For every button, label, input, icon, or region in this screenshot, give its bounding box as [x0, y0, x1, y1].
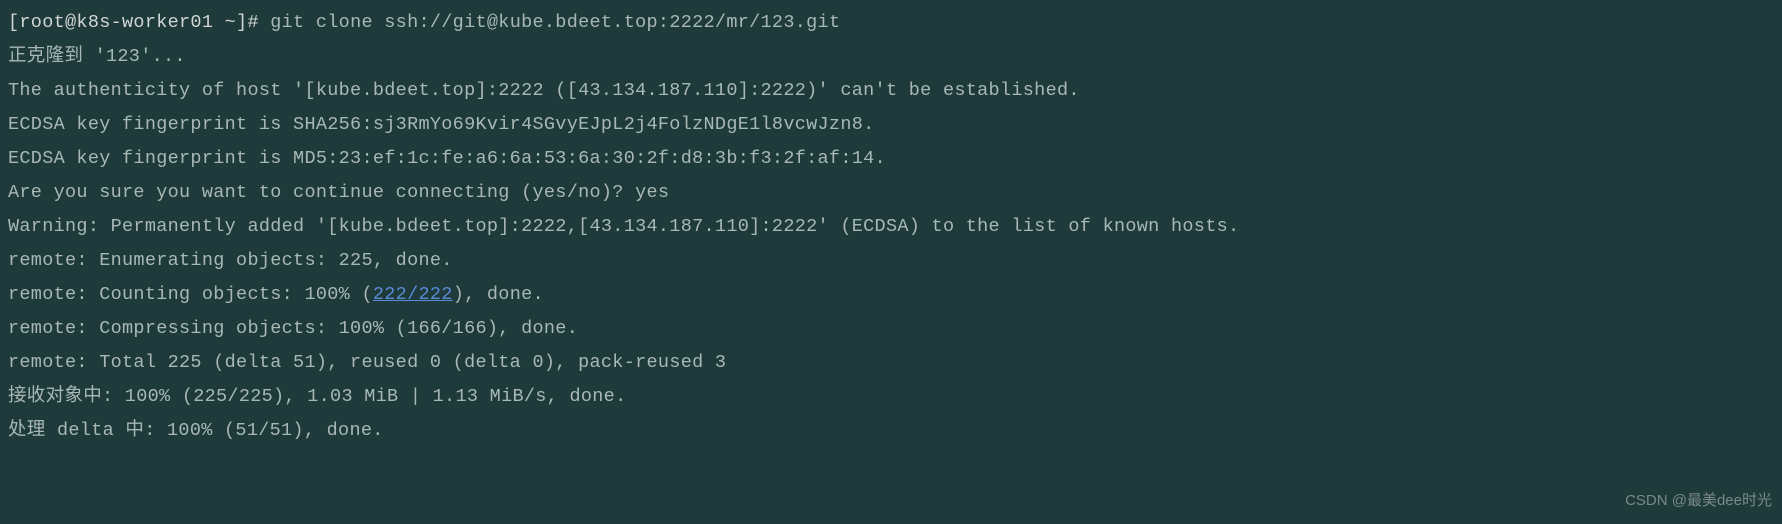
- terminal-line-warning: Warning: Permanently added '[kube.bdeet.…: [8, 210, 1774, 244]
- counting-link[interactable]: 222/222: [373, 284, 453, 305]
- shell-prompt: [root@k8s-worker01 ~]#: [8, 12, 270, 33]
- command-text: git clone ssh://git@kube.bdeet.top:2222/…: [270, 12, 840, 33]
- counting-suffix: ), done.: [453, 284, 544, 305]
- terminal-line-command: [root@k8s-worker01 ~]# git clone ssh://g…: [8, 6, 1774, 40]
- watermark-text: CSDN @最美dee时光: [1625, 484, 1772, 518]
- terminal-line-ecdsa-md5: ECDSA key fingerprint is MD5:23:ef:1c:fe…: [8, 142, 1774, 176]
- terminal-line-enumerating: remote: Enumerating objects: 225, done.: [8, 244, 1774, 278]
- terminal-line-receiving: 接收对象中: 100% (225/225), 1.03 MiB | 1.13 M…: [8, 380, 1774, 414]
- terminal-line-cloning: 正克隆到 '123'...: [8, 40, 1774, 74]
- terminal-line-authenticity: The authenticity of host '[kube.bdeet.to…: [8, 74, 1774, 108]
- terminal-line-compressing: remote: Compressing objects: 100% (166/1…: [8, 312, 1774, 346]
- terminal-line-ecdsa-sha256: ECDSA key fingerprint is SHA256:sj3RmYo6…: [8, 108, 1774, 142]
- terminal-line-resolving: 处理 delta 中: 100% (51/51), done.: [8, 414, 1774, 448]
- terminal-line-counting: remote: Counting objects: 100% (222/222)…: [8, 278, 1774, 312]
- terminal-line-confirm: Are you sure you want to continue connec…: [8, 176, 1774, 210]
- counting-prefix: remote: Counting objects: 100% (: [8, 284, 373, 305]
- terminal-line-total: remote: Total 225 (delta 51), reused 0 (…: [8, 346, 1774, 380]
